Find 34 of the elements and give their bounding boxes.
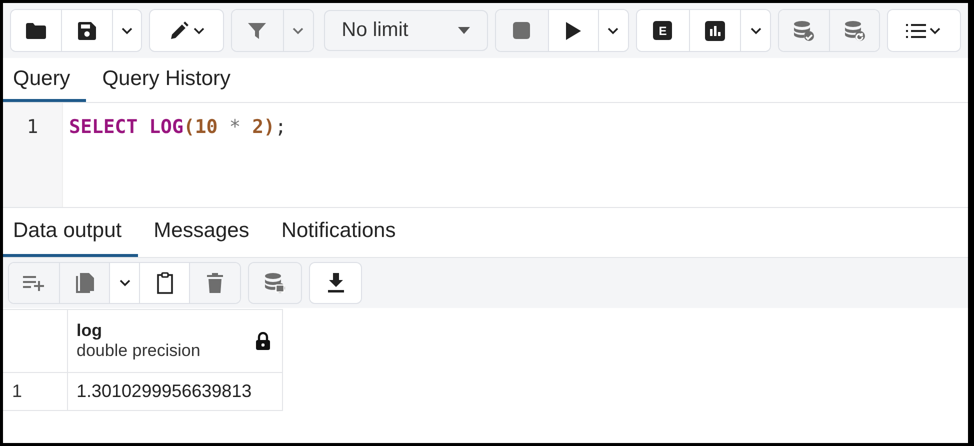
numbered-list-icon <box>906 22 926 38</box>
bar-chart-icon <box>705 20 726 40</box>
tab[interactable]: Notifications <box>265 208 412 257</box>
caret-icon <box>607 26 620 34</box>
row-limit-select[interactable]: No limit <box>324 10 488 51</box>
caret-icon <box>292 26 304 34</box>
stop-icon <box>513 22 530 39</box>
tab[interactable]: Query History <box>86 58 247 102</box>
copy-icon <box>76 273 94 293</box>
caret-icon <box>121 26 134 34</box>
column-name: log <box>76 321 103 341</box>
line-number: 1 <box>26 115 38 139</box>
download-icon <box>328 273 344 293</box>
add-row-icon <box>23 275 45 291</box>
caret-icon <box>192 26 205 34</box>
row-number: 1 <box>3 372 67 410</box>
caret-icon <box>118 279 130 287</box>
triangle-caret-icon <box>458 27 470 34</box>
caret-icon <box>750 26 762 34</box>
database-check-icon <box>793 20 816 40</box>
clipboard-icon <box>156 272 174 294</box>
caret-icon <box>929 26 942 34</box>
database-undo-icon <box>844 20 866 40</box>
folder-icon <box>26 22 46 38</box>
pencil-icon <box>168 20 189 40</box>
table-cell: 1.3010299956639813 <box>67 372 282 410</box>
database-save-icon <box>264 273 286 293</box>
sql-code-line: SELECT LOG(10 * 2); <box>69 115 286 139</box>
filter-icon <box>248 22 266 40</box>
tab[interactable]: Messages <box>138 208 266 257</box>
play-icon <box>566 22 581 40</box>
save-icon <box>78 22 96 40</box>
column-type: double precision <box>76 341 200 361</box>
trash-icon <box>207 273 223 293</box>
